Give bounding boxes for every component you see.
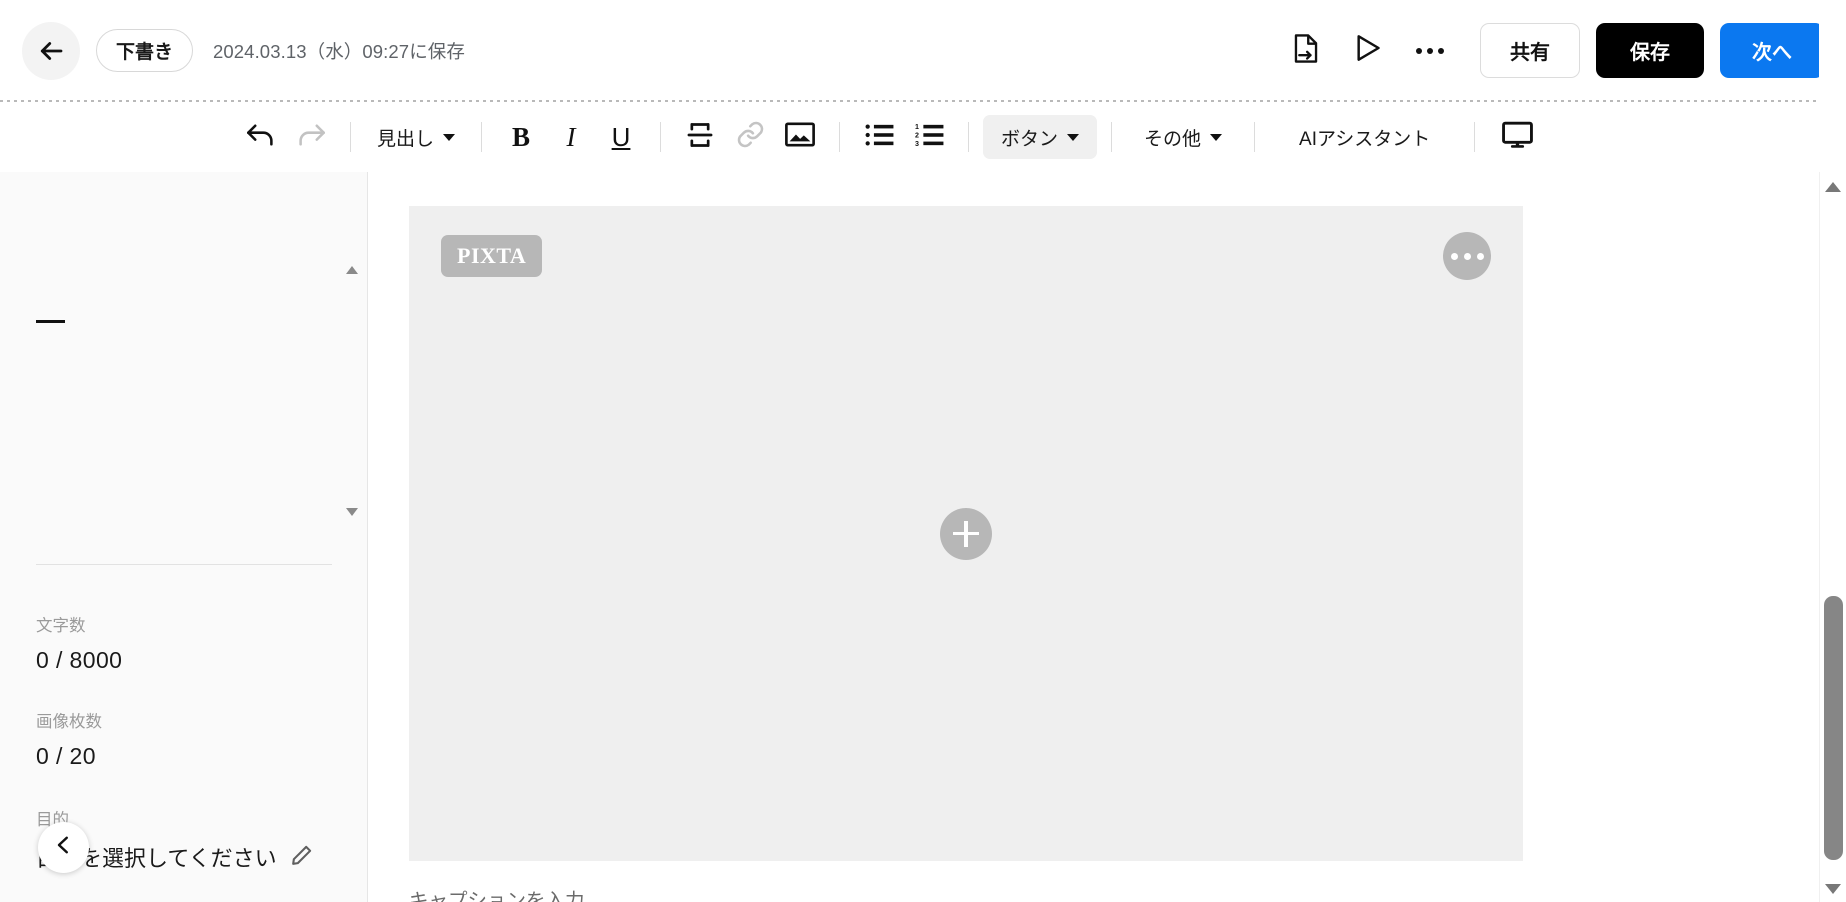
share-button[interactable]: 共有 bbox=[1480, 23, 1580, 78]
add-image-button[interactable] bbox=[940, 507, 992, 560]
stat-value: 0 / 8000 bbox=[36, 647, 123, 673]
triangle-up-icon[interactable] bbox=[346, 266, 358, 274]
sidebar-dash-placeholder bbox=[36, 320, 65, 323]
italic-button[interactable]: I bbox=[546, 115, 596, 159]
image-more-options-button[interactable] bbox=[1443, 232, 1491, 280]
svg-text:1: 1 bbox=[915, 123, 919, 131]
button-dropdown-label: ボタン bbox=[1001, 128, 1059, 150]
next-button[interactable]: 次へ bbox=[1720, 23, 1824, 78]
more-options-button[interactable] bbox=[1406, 27, 1454, 75]
display-preview-button[interactable] bbox=[1489, 115, 1545, 159]
chevron-down-icon bbox=[1067, 133, 1080, 141]
scrollbar-thumb[interactable] bbox=[1824, 596, 1843, 860]
sidebar-collapse-button[interactable] bbox=[38, 822, 89, 873]
more-options-icon bbox=[1416, 47, 1444, 54]
link-button[interactable] bbox=[725, 115, 775, 159]
numbered-list-icon: 1 2 3 bbox=[915, 122, 944, 152]
undo-icon bbox=[246, 122, 276, 153]
toolbar-divider bbox=[660, 122, 662, 152]
underline-button[interactable]: U bbox=[596, 115, 646, 159]
underline-icon: U bbox=[611, 121, 631, 152]
horizontal-rule-icon bbox=[686, 121, 714, 154]
editor-page: 下書き 2024.03.13（水）09:27に保存 共有 保存 次へ 見出し B… bbox=[0, 0, 1846, 902]
triangle-up-icon[interactable] bbox=[1825, 182, 1841, 192]
chevron-down-icon bbox=[1210, 133, 1223, 141]
divider-button[interactable] bbox=[675, 115, 725, 159]
stat-label: 画像枚数 bbox=[36, 713, 102, 731]
preview-play-icon bbox=[1355, 34, 1381, 67]
file-export-button[interactable] bbox=[1282, 27, 1330, 75]
link-icon bbox=[736, 120, 765, 154]
toolbar-divider bbox=[1474, 122, 1476, 152]
redo-icon bbox=[296, 122, 326, 153]
pencil-icon[interactable] bbox=[291, 844, 313, 871]
svg-text:3: 3 bbox=[915, 139, 919, 146]
editor-canvas[interactable]: PIXTA キャプションを入力... bbox=[369, 172, 1819, 902]
redo-button[interactable] bbox=[286, 115, 336, 159]
stat-image-count: 画像枚数 0 / 20 bbox=[36, 708, 102, 770]
toolbar-divider bbox=[968, 122, 970, 152]
heading-label: 見出し bbox=[377, 128, 435, 150]
other-dropdown[interactable]: その他 bbox=[1126, 115, 1240, 159]
other-dropdown-label: その他 bbox=[1144, 128, 1202, 150]
chevron-left-icon bbox=[54, 835, 74, 860]
bold-icon: B bbox=[512, 121, 531, 152]
monitor-icon bbox=[1501, 121, 1533, 154]
triangle-down-icon[interactable] bbox=[1825, 884, 1841, 894]
arrow-left-icon bbox=[36, 36, 66, 66]
ai-assistant-button[interactable]: AIアシスタント bbox=[1269, 115, 1460, 159]
toolbar-divider bbox=[1111, 122, 1113, 152]
page-vertical-scrollbar[interactable] bbox=[1819, 172, 1846, 902]
file-export-icon bbox=[1293, 33, 1319, 68]
bold-button[interactable]: B bbox=[496, 115, 546, 159]
caption-input[interactable]: キャプションを入力... bbox=[409, 884, 601, 902]
stat-character-count: 文字数 0 / 8000 bbox=[36, 612, 122, 674]
back-button[interactable] bbox=[22, 21, 80, 80]
stat-label: 文字数 bbox=[36, 617, 86, 635]
editor-toolbar: 見出し B I U 1 2 3 ボタン その他 AIアシスタント bbox=[0, 102, 1846, 172]
toolbar-divider bbox=[350, 122, 351, 152]
app-header: 下書き 2024.03.13（水）09:27に保存 共有 保存 次へ bbox=[0, 0, 1846, 101]
image-icon bbox=[785, 121, 815, 153]
toolbar-divider bbox=[839, 122, 841, 152]
bullet-list-icon bbox=[865, 123, 894, 152]
toolbar-divider bbox=[481, 122, 483, 152]
image-button[interactable] bbox=[775, 115, 825, 159]
status-badge[interactable]: 下書き bbox=[96, 29, 194, 72]
sidebar-inner-scrollbar[interactable] bbox=[346, 252, 358, 522]
chevron-down-icon bbox=[443, 133, 456, 141]
svg-text:2: 2 bbox=[915, 131, 919, 139]
toolbar-divider bbox=[1254, 122, 1256, 152]
editor-body: 文字数 0 / 8000 画像枚数 0 / 20 目的 目的を選択してください bbox=[0, 172, 1846, 902]
sidebar-divider bbox=[36, 564, 332, 565]
page-right-edge bbox=[1819, 0, 1846, 172]
sidebar-scroll-region bbox=[0, 172, 367, 564]
undo-button[interactable] bbox=[236, 115, 286, 159]
preview-button[interactable] bbox=[1344, 27, 1392, 75]
pixta-badge[interactable]: PIXTA bbox=[441, 235, 543, 277]
bullet-list-button[interactable] bbox=[854, 115, 904, 159]
image-placeholder-block[interactable]: PIXTA bbox=[409, 206, 1523, 861]
heading-dropdown[interactable]: 見出し bbox=[365, 115, 467, 159]
numbered-list-button[interactable]: 1 2 3 bbox=[904, 115, 954, 159]
triangle-down-icon[interactable] bbox=[346, 508, 358, 516]
button-dropdown[interactable]: ボタン bbox=[983, 115, 1098, 159]
saved-timestamp: 2024.03.13（水）09:27に保存 bbox=[213, 40, 466, 62]
stat-value: 0 / 20 bbox=[36, 743, 96, 769]
save-button[interactable]: 保存 bbox=[1596, 23, 1704, 78]
ai-assistant-label: AIアシスタント bbox=[1299, 128, 1431, 150]
left-sidebar: 文字数 0 / 8000 画像枚数 0 / 20 目的 目的を選択してください bbox=[0, 172, 368, 902]
italic-icon: I bbox=[566, 121, 576, 152]
